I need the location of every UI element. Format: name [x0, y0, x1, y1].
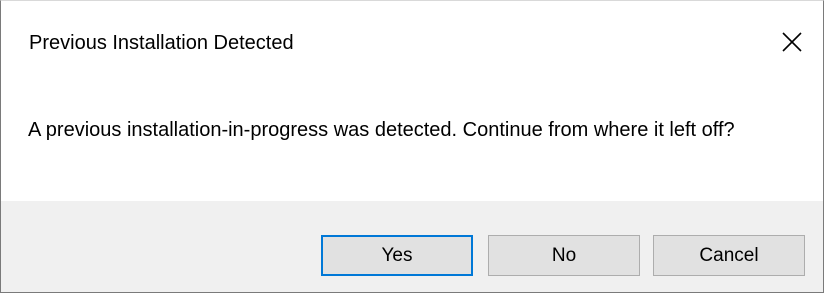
installation-dialog: Previous Installation Detected A previou…	[0, 0, 824, 293]
dialog-message: A previous installation-in-progress was …	[28, 119, 735, 141]
yes-button[interactable]: Yes	[321, 235, 473, 276]
no-button[interactable]: No	[488, 235, 640, 276]
close-button[interactable]	[761, 15, 823, 69]
dialog-titlebar: Previous Installation Detected	[1, 1, 823, 85]
cancel-button[interactable]: Cancel	[653, 235, 805, 276]
dialog-button-bar: Yes No Cancel	[1, 201, 823, 292]
dialog-title: Previous Installation Detected	[29, 32, 294, 54]
close-icon	[782, 32, 802, 52]
